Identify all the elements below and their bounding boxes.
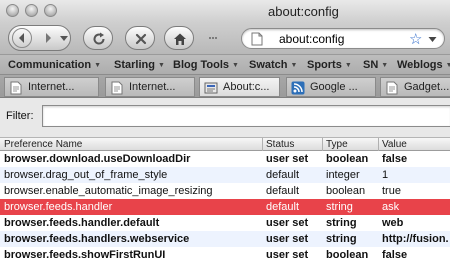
pref-name: browser.feeds.handler xyxy=(4,201,113,213)
pref-status: user set xyxy=(266,217,309,229)
navigation-toolbar: about:config ☆ xyxy=(0,22,450,54)
table-row-selected[interactable]: browser.feeds.handler default string ask xyxy=(0,199,450,215)
url-text[interactable]: about:config xyxy=(279,32,344,46)
toolbar-separator-icon xyxy=(209,37,217,39)
pref-type: integer xyxy=(326,169,360,181)
url-dropdown-icon[interactable] xyxy=(428,36,437,43)
pref-value: ask xyxy=(382,201,400,213)
column-header-value[interactable]: Value xyxy=(382,139,407,150)
home-icon xyxy=(174,33,186,45)
chevron-down-icon: ▼ xyxy=(381,62,389,69)
pref-name: browser.download.useDownloadDir xyxy=(4,153,191,165)
column-divider[interactable] xyxy=(322,138,323,151)
back-button[interactable] xyxy=(12,28,32,48)
table-row[interactable]: browser.drag_out_of_frame_style default … xyxy=(0,167,450,183)
pref-name: browser.enable_automatic_image_resizing xyxy=(4,185,213,197)
minimize-window-button[interactable] xyxy=(25,4,38,17)
bookmark-folder-communication[interactable]: Communication ▼ xyxy=(8,59,101,71)
pref-status: user set xyxy=(266,233,309,245)
table-row[interactable]: browser.enable_automatic_image_resizing … xyxy=(0,183,450,199)
bookmark-star-icon[interactable]: ☆ xyxy=(409,30,422,48)
tab-strip: Internet... Internet... About:c... Googl… xyxy=(0,74,450,98)
table-body: browser.download.useDownloadDir user set… xyxy=(0,151,450,258)
table-header: Preference Name Status Type Value xyxy=(0,137,450,151)
pref-type: string xyxy=(326,233,357,245)
column-header-type[interactable]: Type xyxy=(326,139,348,150)
pref-status: user set xyxy=(266,153,309,165)
pref-value: false xyxy=(382,153,408,165)
chevron-down-icon: ▼ xyxy=(445,62,450,69)
column-divider[interactable] xyxy=(262,138,263,151)
pref-status: default xyxy=(266,169,300,181)
table-row[interactable]: browser.feeds.showFirstRunUI user set bo… xyxy=(0,247,450,258)
window-title: about:config xyxy=(268,4,339,19)
stop-button[interactable] xyxy=(125,26,155,50)
forward-button[interactable] xyxy=(39,29,57,47)
pref-status: user set xyxy=(266,249,309,258)
pref-type: boolean xyxy=(326,185,366,197)
pref-status: default xyxy=(266,201,300,213)
document-icon xyxy=(111,81,123,95)
bookmark-folder-sn[interactable]: SN ▼ xyxy=(363,59,388,71)
tab-internet-1[interactable]: Internet... xyxy=(4,77,99,97)
preferences-table: Preference Name Status Type Value browse… xyxy=(0,137,450,258)
chevron-down-icon: ▼ xyxy=(157,62,165,69)
bookmark-folder-swatch[interactable]: Swatch ▼ xyxy=(249,59,297,71)
about-config-page: Filter: Preference Name Status Type Valu… xyxy=(0,98,450,258)
pref-name: browser.feeds.showFirstRunUI xyxy=(4,249,166,258)
table-row[interactable]: browser.feeds.handler.default user set s… xyxy=(0,215,450,231)
tab-gadget[interactable]: Gadget... xyxy=(380,77,450,97)
history-dropdown-icon[interactable] xyxy=(59,34,69,42)
pref-type: string xyxy=(326,201,353,213)
pref-status: default xyxy=(266,185,300,197)
close-window-button[interactable] xyxy=(6,4,19,17)
bookmarks-toolbar: Communication ▼ Starling ▼ Blog Tools ▼ Swa… xyxy=(0,54,450,74)
config-page-icon xyxy=(204,82,218,94)
chevron-down-icon: ▼ xyxy=(94,62,102,69)
document-icon xyxy=(10,81,22,95)
pref-name: browser.feeds.handlers.webservice xyxy=(4,233,190,245)
forward-icon xyxy=(46,33,51,43)
bookmark-folder-blog-tools[interactable]: Blog Tools ▼ xyxy=(173,59,239,71)
back-forward-group xyxy=(8,25,71,51)
window-titlebar: about:config xyxy=(0,0,450,22)
chevron-down-icon: ▼ xyxy=(290,62,298,69)
rss-feed-icon xyxy=(291,81,305,95)
tab-internet-2[interactable]: Internet... xyxy=(105,77,195,97)
stop-icon xyxy=(135,33,147,45)
pref-value: false xyxy=(382,249,408,258)
reload-icon xyxy=(93,32,105,45)
table-row[interactable]: browser.feeds.handlers.webservice user s… xyxy=(0,231,450,247)
url-bar[interactable]: about:config ☆ xyxy=(241,28,445,49)
column-divider[interactable] xyxy=(378,138,379,151)
back-icon xyxy=(19,33,24,43)
filter-input[interactable] xyxy=(42,105,450,127)
bookmark-folder-weblogs[interactable]: Weblogs ▼ xyxy=(397,59,450,71)
pref-name: browser.feeds.handler.default xyxy=(4,217,160,229)
pref-type: boolean xyxy=(326,249,369,258)
bookmark-folder-starling[interactable]: Starling ▼ xyxy=(114,59,165,71)
page-icon xyxy=(251,32,263,46)
chevron-down-icon: ▼ xyxy=(232,62,239,69)
pref-value: true xyxy=(382,185,401,197)
pref-value: web xyxy=(382,217,404,229)
chevron-down-icon: ▼ xyxy=(344,62,352,69)
tab-about-config[interactable]: About:c... xyxy=(199,77,280,97)
pref-type: boolean xyxy=(326,153,369,165)
column-header-status[interactable]: Status xyxy=(266,139,294,150)
zoom-window-button[interactable] xyxy=(44,4,57,17)
pref-value: http://fusion. xyxy=(382,233,449,245)
filter-label: Filter: xyxy=(6,110,34,122)
pref-type: string xyxy=(326,217,357,229)
bookmark-folder-sports[interactable]: Sports ▼ xyxy=(307,59,352,71)
reload-button[interactable] xyxy=(83,26,113,50)
document-icon xyxy=(386,81,398,95)
pref-name: browser.drag_out_of_frame_style xyxy=(4,169,168,181)
home-button[interactable] xyxy=(164,26,194,50)
tab-google[interactable]: Google ... xyxy=(286,77,376,97)
table-row[interactable]: browser.download.useDownloadDir user set… xyxy=(0,151,450,167)
column-header-preference-name[interactable]: Preference Name xyxy=(4,139,82,150)
pref-value: 1 xyxy=(382,169,389,181)
